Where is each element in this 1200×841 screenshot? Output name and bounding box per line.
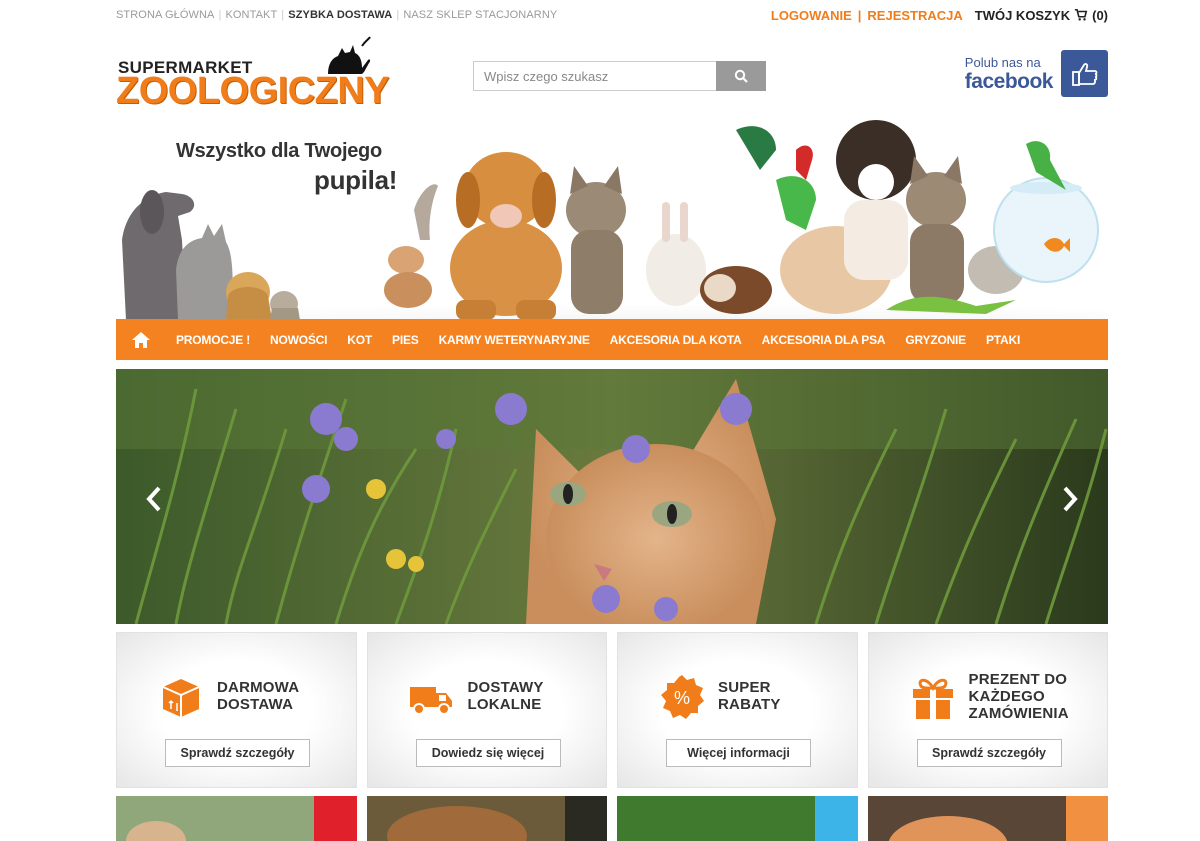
- feature-title-line: DOSTAWA: [217, 696, 294, 713]
- feature-title-line: LOKALNE: [467, 696, 542, 713]
- box-icon: [162, 679, 200, 717]
- chevron-left-icon: [146, 486, 161, 512]
- category-tile[interactable]: [617, 796, 858, 841]
- feature-boxes: DARMOWA DOSTAWA Sprawdź szczegóły DOSTAW…: [116, 632, 1108, 788]
- nav-item-birds[interactable]: PTAKI: [976, 333, 1030, 347]
- feature-title-line: DOSTAWY: [467, 679, 544, 696]
- nav-item-cat-accessories[interactable]: AKCESORIA DLA KOTA: [600, 333, 752, 347]
- feature-super-discounts: % SUPER RABATY Więcej informacji: [617, 632, 858, 788]
- separator: |: [281, 9, 285, 21]
- svg-text:%: %: [674, 688, 690, 708]
- cart-label: TWÓJ KOSZYK: [974, 7, 1071, 23]
- cart-icon: [1074, 8, 1088, 21]
- feature-title: SUPER RABATY: [718, 679, 781, 713]
- top-link-store[interactable]: NASZ SKLEP STACJONARNY: [403, 9, 557, 21]
- separator: |: [396, 9, 400, 21]
- truck-icon: [409, 687, 452, 715]
- top-link-contact[interactable]: KONTAKT: [225, 9, 277, 21]
- top-bar: STRONA GŁÓWNA | KONTAKT | SZYBKA DOSTAWA…: [116, 0, 1108, 30]
- tagline-line2: pupila!: [314, 165, 398, 195]
- feature-title: DOSTAWY LOKALNE: [468, 679, 544, 713]
- main-nav: PROMOCJE ! NOWOŚCI KOT PIES KARMY WETERY…: [116, 319, 1108, 360]
- feature-title-line: SUPER: [718, 679, 771, 696]
- nav-item-dog[interactable]: PIES: [382, 333, 429, 347]
- feature-title: PREZENT DO KAŻDEGO ZAMÓWIENIA: [969, 671, 1069, 722]
- hero-slider: [116, 369, 1108, 624]
- header: SUPERMARKET ZOOLOGICZNY Polub nas na fac…: [116, 30, 1108, 320]
- gift-icon: [912, 678, 953, 719]
- separator: |: [857, 7, 862, 23]
- login-link[interactable]: LOGOWANIE: [771, 8, 852, 23]
- category-tiles: [116, 796, 1108, 841]
- nav-item-promotions[interactable]: PROMOCJE !: [166, 333, 260, 347]
- feature-gift: PREZENT DO KAŻDEGO ZAMÓWIENIA Sprawdź sz…: [867, 632, 1108, 788]
- register-link[interactable]: REJESTRACJA: [867, 8, 962, 23]
- feature-title-line: ZAMÓWIENIA: [968, 705, 1069, 722]
- home-button[interactable]: [116, 319, 166, 360]
- logo-big-text: ZOOLOGICZNY: [116, 70, 390, 112]
- cart-count: (0): [1092, 7, 1108, 23]
- search-input[interactable]: [473, 61, 716, 91]
- thumbs-up-icon: [1061, 50, 1108, 97]
- search-icon: [734, 69, 748, 83]
- category-tile[interactable]: [366, 796, 607, 841]
- tile-image: [867, 796, 1108, 841]
- feature-title-line: PREZENT DO: [968, 671, 1068, 688]
- facebook-line1: Polub nas na: [964, 54, 1041, 70]
- facebook-widget[interactable]: Polub nas na facebook: [965, 50, 1108, 97]
- more-info-button[interactable]: Więcej informacji: [666, 739, 811, 767]
- top-link-home[interactable]: STRONA GŁÓWNA: [116, 9, 214, 21]
- chevron-right-icon: [1063, 486, 1078, 512]
- feature-title-line: KAŻDEGO: [968, 688, 1045, 705]
- feature-title: DARMOWA DOSTAWA: [217, 679, 299, 713]
- slider-next-button[interactable]: [1058, 484, 1082, 514]
- cat-silhouette-icon: [328, 36, 371, 74]
- slider-prev-button[interactable]: [142, 484, 166, 514]
- tile-image: [366, 796, 607, 841]
- top-links: STRONA GŁÓWNA | KONTAKT | SZYBKA DOSTAWA…: [116, 9, 557, 21]
- nav-item-cat[interactable]: KOT: [337, 333, 382, 347]
- details-button[interactable]: Sprawdź szczegóły: [916, 739, 1062, 767]
- facebook-line2: facebook: [964, 69, 1054, 93]
- facebook-text: Polub nas na facebook: [964, 54, 1054, 93]
- feature-title-line: DARMOWA: [217, 679, 300, 696]
- tile-image: [116, 796, 357, 841]
- tagline: Wszystko dla Twojego pupila!: [176, 140, 397, 196]
- logo[interactable]: SUPERMARKET ZOOLOGICZNY: [116, 34, 416, 114]
- tile-image: [617, 796, 858, 841]
- search-bar: [473, 61, 766, 91]
- feature-free-delivery: DARMOWA DOSTAWA Sprawdź szczegóły: [116, 632, 357, 788]
- category-tile[interactable]: [867, 796, 1108, 841]
- separator: |: [218, 9, 222, 21]
- slide-image: [116, 369, 1108, 624]
- tagline-line1: Wszystko dla Twojego: [176, 140, 382, 162]
- search-button[interactable]: [716, 61, 766, 91]
- top-link-fast-delivery[interactable]: SZYBKA DOSTAWA: [288, 9, 392, 21]
- nav-item-rodents[interactable]: GRYZONIE: [895, 333, 976, 347]
- learn-more-button[interactable]: Dowiedz się więcej: [415, 739, 561, 767]
- details-button[interactable]: Sprawdź szczegóły: [165, 739, 310, 767]
- nav-item-dog-accessories[interactable]: AKCESORIA DLA PSA: [752, 333, 896, 347]
- percent-badge-icon: %: [661, 675, 704, 719]
- nav-item-vet-food[interactable]: KARMY WETERYNARYJNE: [429, 333, 600, 347]
- nav-item-new[interactable]: NOWOŚCI: [260, 333, 337, 347]
- home-icon: [132, 331, 150, 348]
- feature-local-delivery: DOSTAWY LOKALNE Dowiedz się więcej: [366, 632, 607, 788]
- user-bar: LOGOWANIE | REJESTRACJA TWÓJ KOSZYK (0): [771, 8, 1108, 23]
- cart-link[interactable]: TWÓJ KOSZYK (0): [975, 8, 1108, 23]
- category-tile[interactable]: [116, 796, 357, 841]
- feature-title-line: RABATY: [718, 696, 781, 713]
